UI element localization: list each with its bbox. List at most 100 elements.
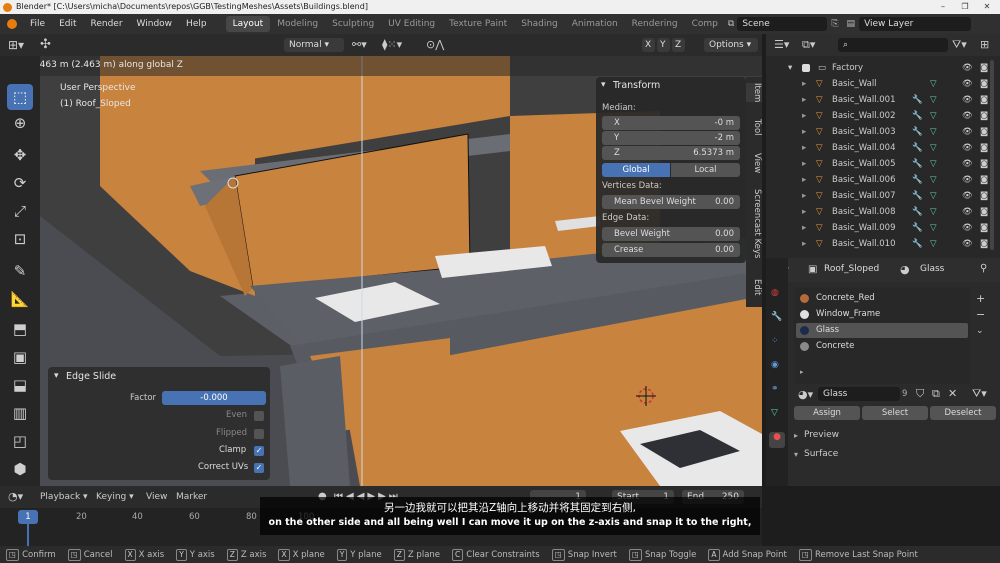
material-slot-row[interactable]: Concrete_Red bbox=[796, 291, 968, 306]
particles-tab-icon[interactable]: ⁘ bbox=[771, 336, 779, 346]
select-box-tool-icon[interactable]: ⬚ bbox=[7, 84, 33, 110]
outliner-row[interactable]: ▸ ▽ Basic_Wall.009 🔧 ▽ 👁 ◙ bbox=[766, 220, 1000, 236]
physics-tab-icon[interactable]: ◉ bbox=[771, 360, 779, 370]
mesh-data-icon[interactable]: ▽ bbox=[930, 220, 937, 236]
visibility-eye-icon[interactable]: 👁 bbox=[962, 124, 973, 140]
unlink-material-icon[interactable]: ✕ bbox=[948, 387, 957, 400]
outliner-scrollbar[interactable] bbox=[990, 60, 994, 250]
modifier-wrench-icon[interactable]: 🔧 bbox=[912, 188, 923, 204]
material-tab-icon[interactable]: ● bbox=[769, 432, 785, 448]
outliner-row[interactable]: ▸ ▽ Basic_Wall.007 🔧 ▽ 👁 ◙ bbox=[766, 188, 1000, 204]
outliner-editor-icon[interactable]: ☰▾ bbox=[774, 38, 789, 51]
crease-field[interactable]: Crease 0.00 bbox=[602, 243, 740, 257]
expand-icon[interactable]: ▸ bbox=[802, 204, 806, 220]
visibility-eye-icon[interactable]: 👁 bbox=[962, 60, 973, 76]
tab-rendering[interactable]: Rendering bbox=[625, 16, 685, 32]
modifier-wrench-icon[interactable]: 🔧 bbox=[912, 172, 923, 188]
tab-shading[interactable]: Shading bbox=[514, 16, 565, 32]
measure-tool-icon[interactable]: 📐 bbox=[7, 286, 33, 312]
knife-tool-icon[interactable]: ◰ bbox=[7, 428, 33, 454]
render-camera-icon[interactable]: ◙ bbox=[980, 108, 988, 124]
visibility-eye-icon[interactable]: 👁 bbox=[962, 236, 973, 252]
scene-tab-icon[interactable]: ◍ bbox=[771, 288, 779, 298]
tab-modeling[interactable]: Modeling bbox=[270, 16, 325, 32]
tab-view[interactable]: View bbox=[746, 153, 762, 173]
mesh-data-icon[interactable]: ▽ bbox=[930, 124, 937, 140]
expand-icon[interactable]: ▸ bbox=[802, 92, 806, 108]
outliner-row-factory[interactable]: ▾ ▭ Factory 👁 ◙ bbox=[766, 60, 1000, 76]
tab-uv-editing[interactable]: UV Editing bbox=[381, 16, 442, 32]
preview-panel-label[interactable]: Preview bbox=[804, 430, 839, 440]
menu-window[interactable]: Window bbox=[130, 19, 180, 29]
annotate-tool-icon[interactable]: ✎ bbox=[7, 258, 33, 284]
median-z-field[interactable]: Z 6.5373 m bbox=[602, 146, 740, 160]
poly-build-tool-icon[interactable]: ⬢ bbox=[7, 456, 33, 482]
menu-render[interactable]: Render bbox=[84, 19, 130, 29]
render-camera-icon[interactable]: ◙ bbox=[980, 140, 988, 156]
menu-file[interactable]: File bbox=[23, 19, 52, 29]
checkbox-icon[interactable] bbox=[802, 64, 810, 72]
select-mode-icon[interactable]: ✣ bbox=[40, 37, 51, 52]
visibility-eye-icon[interactable]: 👁 bbox=[962, 140, 973, 156]
extrude-tool-icon[interactable]: ⬒ bbox=[7, 316, 33, 342]
edge-slide-collapse-icon[interactable]: ▾ bbox=[54, 371, 59, 381]
slot-menu-icon[interactable]: ⌄ bbox=[976, 326, 984, 336]
render-camera-icon[interactable]: ◙ bbox=[980, 76, 988, 92]
axis-x-toggle[interactable]: X bbox=[642, 38, 655, 52]
visibility-eye-icon[interactable]: 👁 bbox=[962, 156, 973, 172]
correct-uvs-checkbox[interactable]: ✓ bbox=[254, 463, 264, 473]
expand-icon[interactable]: ▸ bbox=[802, 236, 806, 252]
render-camera-icon[interactable]: ◙ bbox=[980, 172, 988, 188]
median-y-field[interactable]: Y -2 m bbox=[602, 131, 740, 145]
mean-bevel-field[interactable]: Mean Bevel Weight 0.00 bbox=[602, 195, 740, 209]
material-users-count[interactable]: 9 bbox=[902, 389, 907, 399]
cursor-tool-icon[interactable]: ⊕ bbox=[7, 110, 33, 136]
tab-animation[interactable]: Animation bbox=[565, 16, 625, 32]
move-tool-icon[interactable]: ✥ bbox=[7, 142, 33, 168]
surface-panel-label[interactable]: Surface bbox=[804, 449, 838, 459]
marker-menu[interactable]: Marker bbox=[176, 492, 207, 502]
rotate-tool-icon[interactable]: ⟳ bbox=[7, 170, 33, 196]
render-camera-icon[interactable]: ◙ bbox=[980, 204, 988, 220]
context-object-label[interactable]: Roof_Sloped bbox=[824, 264, 879, 274]
tab-texture-paint[interactable]: Texture Paint bbox=[442, 16, 514, 32]
select-button[interactable]: Select bbox=[862, 406, 928, 420]
mesh-data-icon[interactable]: ▽ bbox=[930, 236, 937, 252]
median-x-field[interactable]: X -0 m bbox=[602, 116, 740, 130]
add-slot-icon[interactable]: + bbox=[976, 292, 985, 305]
mesh-data-icon[interactable]: ▽ bbox=[930, 108, 937, 124]
axis-z-toggle[interactable]: Z bbox=[672, 38, 685, 52]
preview-expand-icon[interactable]: ▸ bbox=[794, 431, 798, 440]
scale-tool-icon[interactable]: ⤢ bbox=[7, 198, 33, 224]
fake-user-shield-icon[interactable]: ⛉ bbox=[916, 387, 924, 401]
loop-cut-tool-icon[interactable]: ▥ bbox=[7, 400, 33, 426]
outliner-row[interactable]: ▸ ▽ Basic_Wall.001 🔧 ▽ 👁 ◙ bbox=[766, 92, 1000, 108]
display-mode-icon[interactable]: ⧉▾ bbox=[802, 38, 815, 52]
expand-icon[interactable]: ▾ bbox=[788, 60, 792, 76]
modifier-wrench-icon[interactable]: 🔧 bbox=[912, 140, 923, 156]
transform-tool-icon[interactable]: ⊡ bbox=[7, 226, 33, 252]
tab-edit[interactable]: Edit bbox=[746, 279, 762, 295]
render-camera-icon[interactable]: ◙ bbox=[980, 188, 988, 204]
mesh-data-icon[interactable]: ▽ bbox=[930, 76, 937, 92]
expand-icon[interactable]: ▸ bbox=[802, 76, 806, 92]
visibility-eye-icon[interactable]: 👁 bbox=[962, 204, 973, 220]
mesh-data-icon[interactable]: ▽ bbox=[930, 92, 937, 108]
expand-icon[interactable]: ▸ bbox=[802, 140, 806, 156]
transform-collapse-icon[interactable]: ▾ bbox=[601, 80, 606, 90]
local-toggle[interactable]: Local bbox=[671, 163, 740, 177]
clamp-checkbox[interactable]: ✓ bbox=[254, 446, 264, 456]
node-link-icon[interactable]: ⛛▾ bbox=[972, 387, 987, 401]
visibility-eye-icon[interactable]: 👁 bbox=[962, 172, 973, 188]
list-expand-icon[interactable]: ▸ bbox=[800, 368, 804, 376]
visibility-eye-icon[interactable]: 👁 bbox=[962, 76, 973, 92]
outliner-row[interactable]: ▸ ▽ Basic_Wall.006 🔧 ▽ 👁 ◙ bbox=[766, 172, 1000, 188]
tab-layout[interactable]: Layout bbox=[225, 16, 271, 32]
proportional-edit-icon[interactable]: ⊙⋀ bbox=[426, 38, 444, 51]
tab-item[interactable]: Item bbox=[746, 83, 762, 103]
menu-edit[interactable]: Edit bbox=[52, 19, 83, 29]
outliner-row[interactable]: ▸ ▽ Basic_Wall.004 🔧 ▽ 👁 ◙ bbox=[766, 140, 1000, 156]
even-checkbox[interactable] bbox=[254, 411, 264, 421]
surface-expand-icon[interactable]: ▾ bbox=[794, 450, 798, 459]
tab-screencast-keys[interactable]: Screencast Keys bbox=[746, 189, 762, 258]
